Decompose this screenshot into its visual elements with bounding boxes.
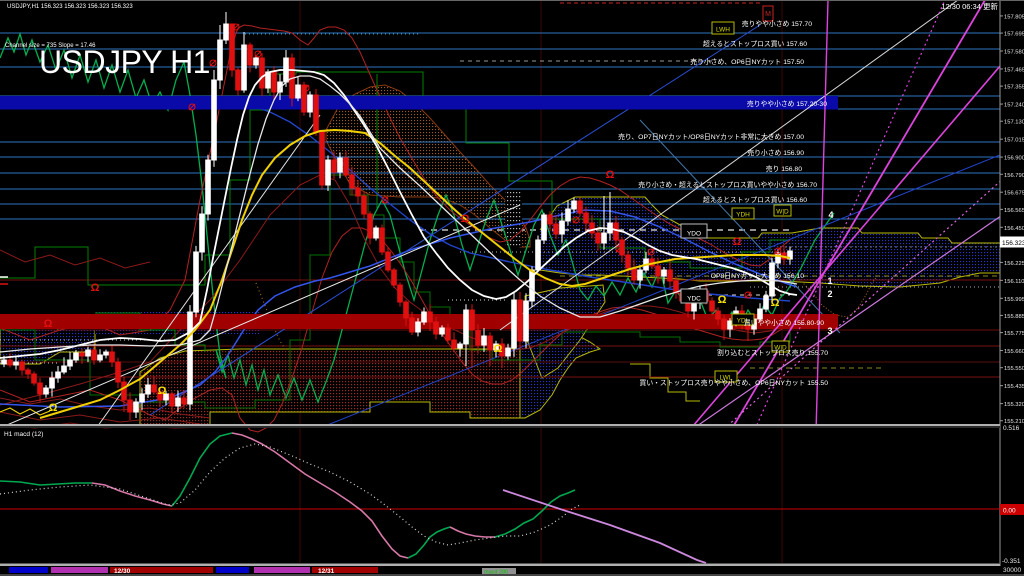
svg-text:売り小さめ・超えるとストップロス買いやや小さめ 156.70: 売り小さめ・超えるとストップロス買いやや小さめ 156.70 [638, 180, 817, 189]
svg-text:0.00: 0.00 [1003, 508, 1016, 515]
svg-text:売り小さめ 156.90: 売り小さめ 156.90 [747, 148, 804, 157]
svg-text:-0.351: -0.351 [1002, 558, 1021, 565]
svg-text:156.790: 156.790 [1004, 173, 1024, 179]
svg-text:売り 156.80: 売り 156.80 [766, 164, 802, 173]
svg-text:155.995: 155.995 [1004, 297, 1024, 303]
svg-text:Ω: Ω [733, 236, 742, 248]
svg-text:買いやや小さめ 155.80-90: 買いやや小さめ 155.80-90 [744, 318, 824, 327]
svg-text:157.240: 157.240 [1004, 103, 1024, 109]
svg-text:156.900: 156.900 [1004, 156, 1024, 162]
svg-text:YDO: YDO [687, 231, 701, 238]
svg-text:12/30: 12/30 [114, 568, 131, 575]
svg-text:12/30 06:34 更新: 12/30 06:34 更新 [941, 1, 998, 11]
svg-text:Ω: Ω [91, 282, 100, 294]
svg-text:Ω: Ω [718, 294, 727, 306]
svg-text:W|D: W|D [776, 209, 789, 216]
svg-text:157.805: 157.805 [1004, 14, 1024, 20]
svg-text:USDJPY H1: USDJPY H1 [39, 44, 210, 80]
svg-text:売り小さめ、OP6日NYカット 157.50: 売り小さめ、OP6日NYカット 157.50 [690, 57, 804, 66]
svg-text:156.450: 156.450 [1004, 226, 1024, 232]
svg-text:157.465: 157.465 [1004, 67, 1024, 73]
svg-text:超えるとストップロス買い 157.60: 超えるとストップロス買い 157.60 [703, 39, 807, 48]
svg-text:Ω: Ω [461, 213, 470, 225]
svg-text:157.130: 157.130 [1004, 120, 1024, 126]
svg-text:LWH: LWH [716, 27, 730, 34]
svg-text:156.323: 156.323 [1002, 240, 1024, 247]
svg-text:156.110: 156.110 [1004, 279, 1024, 285]
svg-text:買い・ストップロス売りやや小さめ、OP6日NYカット 155: 買い・ストップロス売りやや小さめ、OP6日NYカット 155.50 [640, 378, 829, 387]
svg-text:156.225: 156.225 [1004, 261, 1024, 267]
svg-text:macd 280: macd 280 [484, 570, 508, 576]
svg-text:YDC: YDC [687, 296, 701, 303]
svg-text:155.775: 155.775 [1004, 331, 1024, 337]
svg-text:売りやや小さめ 157.70: 売りやや小さめ 157.70 [742, 19, 812, 28]
svg-text:Ω: Ω [158, 385, 167, 397]
svg-text:1: 1 [827, 276, 832, 286]
svg-text:157.580: 157.580 [1004, 50, 1024, 56]
svg-text:156.565: 156.565 [1004, 208, 1024, 214]
svg-text:4: 4 [828, 210, 833, 220]
svg-text:売り、OP7日NYカット/OP8日NYカット非常に大きめ 1: 売り、OP7日NYカット/OP8日NYカット非常に大きめ 157.00 [618, 132, 804, 141]
svg-text:OP8日NYカット大きめ 156.10: OP8日NYカット大きめ 156.10 [711, 271, 805, 280]
svg-text:Ω: Ω [771, 297, 780, 309]
svg-text:12/31: 12/31 [318, 568, 335, 575]
svg-text:売りやや小さめ 157.20-30: 売りやや小さめ 157.20-30 [747, 99, 827, 108]
svg-text:155.885: 155.885 [1004, 314, 1024, 320]
svg-text:155.320: 155.320 [1004, 402, 1024, 408]
svg-text:USDJPY,H1 156.323 156.323 156: USDJPY,H1 156.323 156.323 156.323 156.32… [7, 4, 133, 10]
svg-text:0.516: 0.516 [1003, 425, 1020, 432]
svg-text:Ω: Ω [49, 402, 58, 414]
svg-text:155.660: 155.660 [1004, 349, 1024, 355]
svg-text:割り込むとストップロス売り 155.70: 割り込むとストップロス売り 155.70 [717, 348, 828, 357]
svg-text:超えるとストップロス買い 156.60: 超えるとストップロス買い 156.60 [703, 195, 807, 204]
svg-text:2: 2 [827, 289, 832, 299]
svg-text:3: 3 [827, 326, 832, 336]
svg-text:157.015: 157.015 [1004, 138, 1024, 144]
svg-text:YDH: YDH [736, 212, 750, 219]
svg-text:M: M [765, 11, 771, 18]
svg-text:30000: 30000 [1003, 567, 1021, 574]
svg-text:157.355: 157.355 [1004, 85, 1024, 91]
svg-text:157.695: 157.695 [1004, 32, 1024, 38]
svg-text:155.435: 155.435 [1004, 384, 1024, 390]
svg-text:H1 macd (12): H1 macd (12) [4, 431, 43, 438]
svg-text:Ω: Ω [494, 343, 503, 355]
svg-text:Ω: Ω [606, 169, 615, 181]
svg-text:155.550: 155.550 [1004, 366, 1024, 372]
svg-text:Ω: Ω [44, 318, 53, 330]
svg-text:156.675: 156.675 [1004, 191, 1024, 197]
